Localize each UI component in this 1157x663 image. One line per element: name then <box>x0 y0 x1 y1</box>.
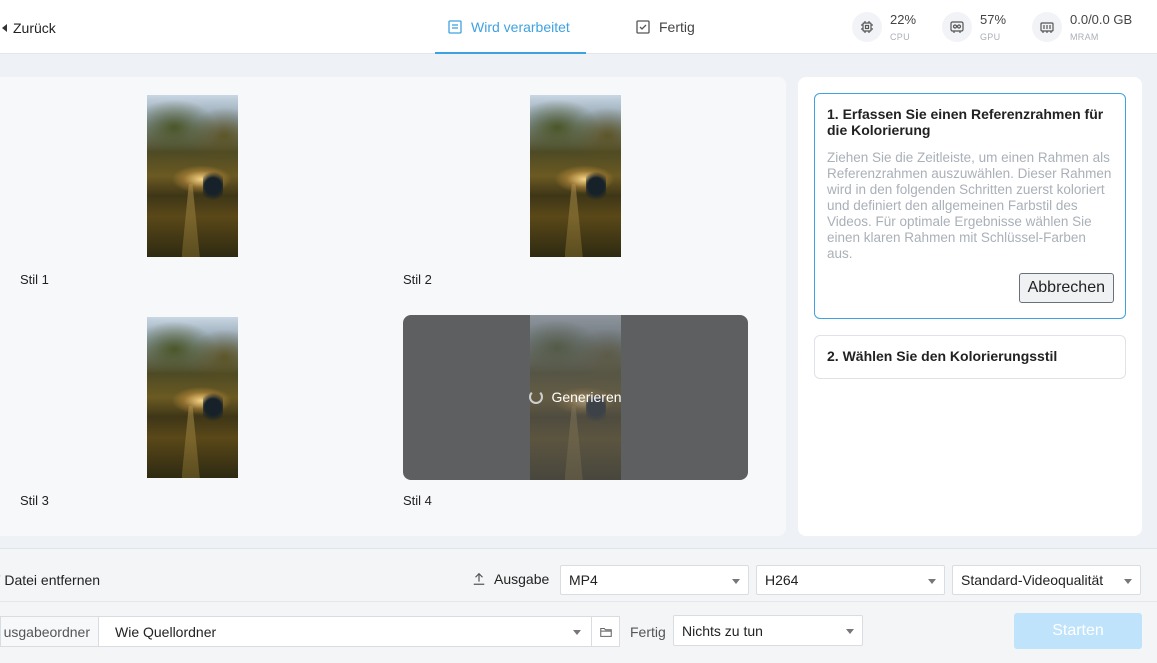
output-label: Ausgabe <box>472 571 549 587</box>
output-folder-label: usgabeordner <box>1 617 99 646</box>
folder-icon <box>599 627 612 637</box>
tab-processing[interactable]: Wird verarbeitet <box>435 0 586 54</box>
divider <box>0 601 1157 602</box>
format-value: MP4 <box>569 572 598 588</box>
gpu-label: GPU <box>980 32 1001 42</box>
format-select[interactable]: MP4 <box>560 565 749 595</box>
step-1-card: 1. Erfassen Sie einen Referenzrahmen für… <box>814 93 1126 319</box>
start-button[interactable]: Starten <box>1014 613 1142 649</box>
style-4-label: Stil 4 <box>403 493 432 508</box>
cpu-value: 22% <box>890 12 917 27</box>
memory-label: MRAM <box>1070 32 1099 42</box>
loading-spinner-icon <box>529 390 544 404</box>
codec-select[interactable]: H264 <box>756 565 945 595</box>
back-button[interactable]: Zurück <box>0 20 56 36</box>
top-bar: Zurück Wird verarbeitet Fertig 22% CPU 5… <box>0 0 1157 54</box>
step-1-title: 1. Erfassen Sie einen Referenzrahmen für… <box>827 106 1104 138</box>
remove-file-button[interactable]: / Datei entfernen <box>0 572 100 588</box>
quality-select[interactable]: Standard-Videoqualität <box>952 565 1141 595</box>
upload-icon <box>473 572 485 585</box>
cancel-button[interactable]: Abbrechen <box>1018 273 1114 303</box>
style-3-label: Stil 3 <box>20 493 49 508</box>
chevron-down-icon <box>928 579 936 584</box>
generating-status: Generieren <box>403 389 748 405</box>
generating-label: Generieren <box>551 389 622 405</box>
output-folder-select[interactable]: Wie Quellordner <box>99 617 591 646</box>
style-2-thumbnail[interactable] <box>530 95 621 257</box>
remove-file-label: Datei entfernen <box>4 572 101 588</box>
tab-done[interactable]: Fertig <box>635 0 695 54</box>
style-3-thumbnail[interactable] <box>147 317 238 478</box>
after-done-label: Fertig <box>630 624 666 640</box>
style-4-generating-card: Generieren <box>403 315 748 480</box>
memory-stat: 0.0/0.0 GB MRAM <box>1032 12 1132 44</box>
codec-value: H264 <box>765 572 799 588</box>
cpu-icon <box>852 12 882 42</box>
step-2-title: 2. Wählen Sie den Kolorierungsstil <box>827 348 1058 364</box>
chevron-down-icon <box>1124 579 1132 584</box>
memory-value: 0.0/0.0 GB <box>1070 12 1133 27</box>
checklist-icon <box>636 20 650 34</box>
back-label: Zurück <box>13 20 56 36</box>
chevron-down-icon <box>846 629 854 634</box>
gpu-icon <box>942 12 972 42</box>
step-1-description: Ziehen Sie die Zeitleiste, um einen Rahm… <box>827 150 1112 261</box>
tab-processing-label: Wird verarbeitet <box>471 19 570 35</box>
output-folder-value: Wie Quellordner <box>115 623 217 640</box>
chevron-down-icon <box>732 579 740 584</box>
bottom-toolbar: / Datei entfernen Ausgabe MP4 H264 Stand… <box>0 548 1157 663</box>
step-2-card[interactable]: 2. Wählen Sie den Kolorierungsstil <box>814 335 1126 379</box>
chevron-down-icon <box>573 630 581 635</box>
colorization-steps-panel: 1. Erfassen Sie einen Referenzrahmen für… <box>798 77 1142 536</box>
after-done-value: Nichts zu tun <box>682 622 763 639</box>
browse-folder-button[interactable] <box>591 617 619 646</box>
after-done-select[interactable]: Nichts zu tun <box>673 615 863 646</box>
cpu-label: CPU <box>890 32 910 42</box>
style-1-label: Stil 1 <box>20 272 49 287</box>
quality-value: Standard-Videoqualität <box>961 572 1104 588</box>
gpu-stat: 57% GPU <box>942 12 1006 44</box>
style-1-thumbnail[interactable] <box>147 95 238 257</box>
chevron-left-icon <box>2 24 7 32</box>
style-2-label: Stil 2 <box>403 272 432 287</box>
gpu-value: 57% <box>980 12 1007 27</box>
cpu-stat: 22% CPU <box>852 12 916 44</box>
list-icon <box>448 20 462 34</box>
tab-done-label: Fertig <box>659 19 695 35</box>
memory-icon <box>1032 12 1062 42</box>
output-folder-field: usgabeordner Wie Quellordner <box>0 616 620 647</box>
style-preview-panel: Stil 1 Stil 2 Stil 3 Generieren Stil 4 <box>0 77 786 536</box>
